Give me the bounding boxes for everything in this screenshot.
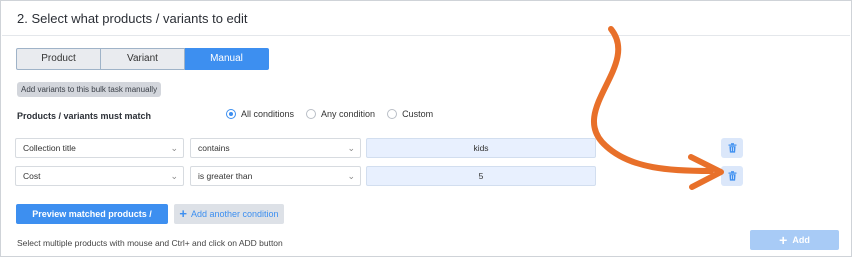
preview-matched-button[interactable]: Preview matched products / variants	[16, 204, 168, 239]
radio-label: All conditions	[241, 109, 295, 119]
orange-arrow	[590, 26, 724, 190]
radio-dot[interactable]	[387, 109, 398, 119]
tab-variant[interactable]: Variant	[101, 48, 185, 70]
add-button-label: Add	[792, 235, 810, 245]
chevron-down-icon: ⌄	[170, 171, 178, 181]
chevron-down-icon: ⌄	[347, 171, 355, 181]
plus-icon: +	[779, 232, 788, 248]
chevron-down-icon: ⌄	[170, 143, 178, 153]
chevron-down-icon: ⌄	[347, 143, 355, 153]
radio-label: Any condition	[321, 109, 376, 119]
tab-manual[interactable]: Manual	[185, 48, 269, 70]
match-label: Products / variants must match	[17, 111, 152, 121]
add-condition-label: Add another condition	[191, 209, 279, 219]
help-text: Select multiple products with mouse and …	[17, 238, 283, 248]
radio-any-condition[interactable]: Any condition	[306, 109, 375, 119]
field-select[interactable]: Collection title ⌄	[15, 138, 184, 158]
add-condition-button[interactable]: + Add another condition	[174, 204, 284, 224]
panel: 2. Select what products / variants to ed…	[0, 0, 852, 257]
operator-select-value: contains	[198, 143, 230, 153]
section-title: 2. Select what products / variants to ed…	[17, 11, 248, 26]
radio-label: Custom	[402, 109, 434, 119]
hint-badge: Add variants to this bulk task manually	[17, 82, 162, 97]
operator-select-value: is greater than	[198, 171, 253, 181]
plus-icon: +	[179, 206, 187, 221]
field-select-value: Cost	[23, 171, 41, 181]
add-button[interactable]: + Add	[750, 230, 839, 250]
selection-mode-tabs: Product Variant Manual	[16, 48, 269, 70]
operator-select[interactable]: contains ⌄	[190, 138, 361, 158]
operator-select[interactable]: is greater than ⌄	[190, 166, 361, 186]
radio-all-conditions[interactable]: All conditions	[226, 109, 294, 119]
field-select[interactable]: Cost ⌄	[15, 166, 184, 186]
radio-dot[interactable]	[306, 109, 317, 119]
tab-product[interactable]: Product	[16, 48, 101, 70]
match-radio-group: All conditions Any condition Custom	[226, 109, 445, 119]
field-select-value: Collection title	[23, 143, 76, 153]
radio-custom[interactable]: Custom	[387, 109, 433, 119]
radio-dot[interactable]	[226, 109, 236, 119]
